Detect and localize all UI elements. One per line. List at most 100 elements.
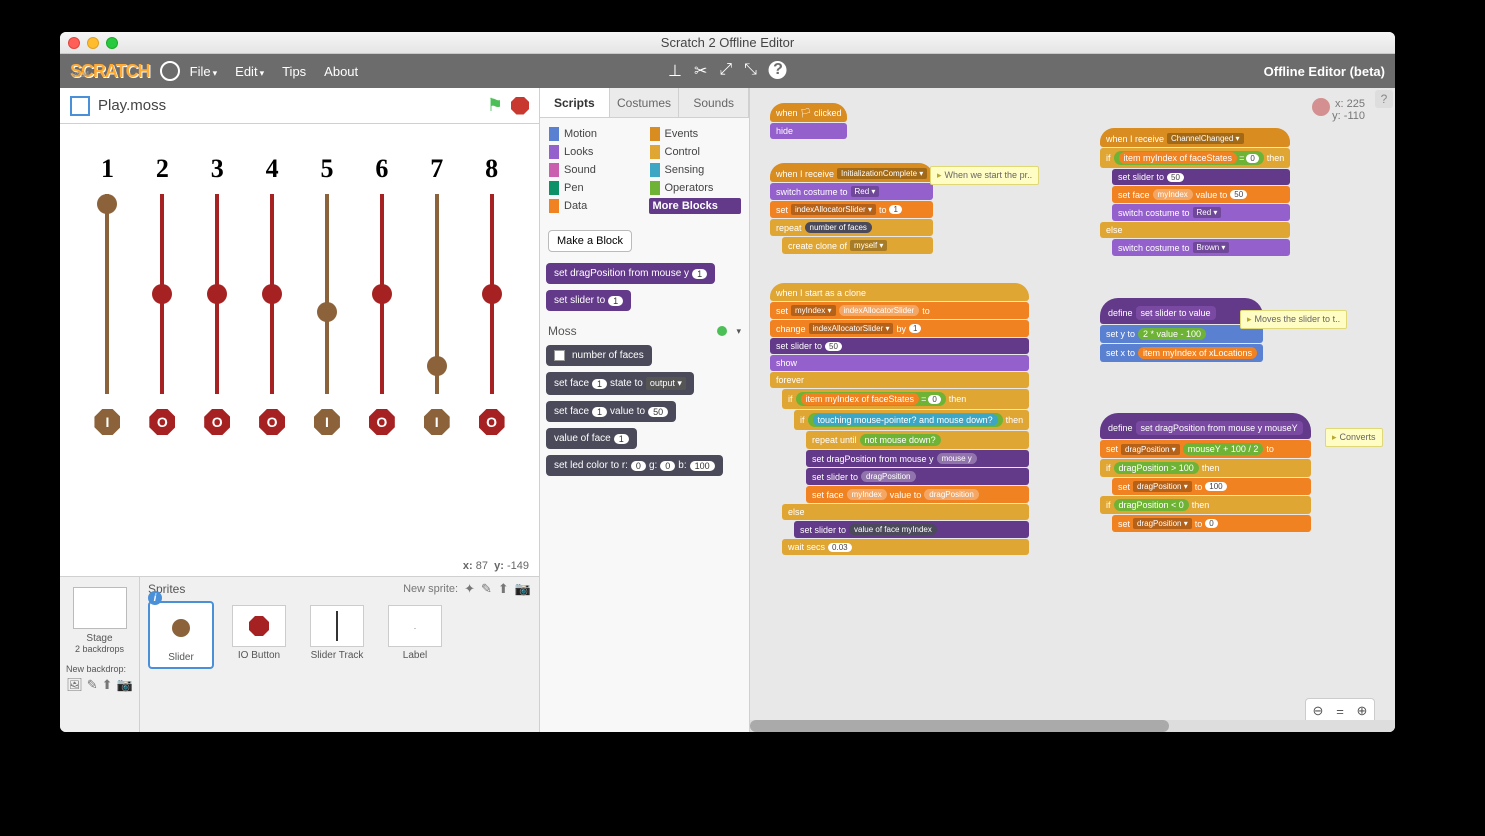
category-sensing[interactable]: Sensing bbox=[649, 162, 742, 178]
io-button[interactable]: I bbox=[424, 409, 450, 435]
io-button[interactable]: O bbox=[149, 409, 175, 435]
script-block[interactable]: set dragPosition ▾ mouseY + 100 / 2 to bbox=[1100, 440, 1311, 458]
project-name[interactable]: Play.moss bbox=[98, 97, 166, 114]
green-flag-button[interactable]: ⚑ bbox=[487, 95, 503, 116]
sprite-item[interactable]: Slider Track bbox=[304, 601, 370, 669]
script-block[interactable]: if item myIndex of faceStates = 0 then bbox=[782, 389, 1029, 409]
sprite-item[interactable]: .Label bbox=[382, 601, 448, 669]
slider-track[interactable] bbox=[270, 194, 274, 394]
script-block[interactable]: set slider to 50 bbox=[770, 338, 1029, 354]
backdrop-upload-icon[interactable]: ⬆ bbox=[102, 677, 113, 693]
script-block[interactable]: set indexAllocatorSlider ▾ to 1 bbox=[770, 201, 933, 218]
category-operators[interactable]: Operators bbox=[649, 180, 742, 196]
script-block[interactable]: set slider to 50 bbox=[1112, 169, 1290, 185]
grow-icon[interactable]: ⤢ bbox=[719, 61, 732, 81]
palette-block[interactable]: value of face 1 bbox=[546, 428, 637, 449]
script-block[interactable]: set y to 2 * value - 100 bbox=[1100, 325, 1263, 343]
palette-block[interactable]: set face 1 state to output ▾ bbox=[546, 372, 694, 395]
script-block[interactable]: else bbox=[782, 504, 1029, 520]
category-data[interactable]: Data bbox=[548, 198, 641, 214]
script-block[interactable]: if dragPosition > 100 then bbox=[1100, 459, 1311, 477]
sprite-upload-icon[interactable]: ⬆ bbox=[498, 581, 509, 597]
block-comment[interactable]: Converts bbox=[1325, 428, 1383, 447]
script-block[interactable]: repeat number of faces bbox=[770, 219, 933, 236]
io-button[interactable]: I bbox=[94, 409, 120, 435]
script-block[interactable]: create clone of myself ▾ bbox=[782, 237, 933, 254]
palette-block[interactable]: set slider to 1 bbox=[546, 290, 631, 311]
slider-knob[interactable] bbox=[152, 284, 172, 304]
io-button[interactable]: I bbox=[314, 409, 340, 435]
script-block[interactable]: if dragPosition < 0 then bbox=[1100, 496, 1311, 514]
script-block[interactable]: wait secs 0.03 bbox=[782, 539, 1029, 555]
script-block[interactable]: define set slider to value bbox=[1100, 298, 1263, 324]
script-block[interactable]: when I receive InitializationComplete ▾ bbox=[770, 163, 933, 182]
slider-track[interactable] bbox=[380, 194, 384, 394]
slider-knob[interactable] bbox=[317, 302, 337, 322]
help-icon[interactable]: ? bbox=[769, 61, 787, 79]
tab-costumes[interactable]: Costumes bbox=[610, 88, 680, 117]
language-icon[interactable] bbox=[160, 61, 180, 81]
block-stack[interactable]: define set dragPosition from mouse y mou… bbox=[1100, 413, 1311, 533]
block-stack[interactable]: when 🏳 clickedhide bbox=[770, 103, 847, 140]
script-block[interactable]: set dragPosition ▾ to 0 bbox=[1112, 515, 1311, 532]
zoom-reset-button[interactable]: = bbox=[1331, 702, 1349, 720]
zoom-window-button[interactable] bbox=[106, 37, 118, 49]
io-button[interactable]: O bbox=[479, 409, 505, 435]
category-more-blocks[interactable]: More Blocks bbox=[649, 198, 742, 214]
menu-about[interactable]: About bbox=[324, 64, 358, 79]
horizontal-scrollbar[interactable] bbox=[750, 720, 1395, 732]
fullscreen-icon[interactable] bbox=[70, 96, 90, 116]
script-block[interactable]: set face myIndex value to dragPosition bbox=[806, 486, 1029, 503]
zoom-in-button[interactable]: ⊕ bbox=[1353, 702, 1371, 720]
palette-block[interactable]: set dragPosition from mouse y 1 bbox=[546, 263, 715, 284]
slider-knob[interactable] bbox=[427, 356, 447, 376]
tab-scripts[interactable]: Scripts bbox=[540, 88, 610, 117]
category-motion[interactable]: Motion bbox=[548, 126, 641, 142]
script-block[interactable]: set dragPosition from mouse y mouse y bbox=[806, 450, 1029, 467]
block-comment[interactable]: When we start the pr.. bbox=[930, 166, 1039, 185]
io-button[interactable]: O bbox=[204, 409, 230, 435]
slider-knob[interactable] bbox=[262, 284, 282, 304]
backdrop-camera-icon[interactable]: 📷 bbox=[117, 677, 133, 693]
palette-block[interactable]: set led color to r: 0 g: 0 b: 100 bbox=[546, 455, 723, 476]
palette-block[interactable]: number of faces bbox=[546, 345, 652, 366]
sprite-item[interactable]: IO Button bbox=[226, 601, 292, 669]
sprite-paint-icon[interactable]: ✎ bbox=[481, 581, 492, 597]
tab-sounds[interactable]: Sounds bbox=[679, 88, 749, 117]
sprite-camera-icon[interactable]: 📷 bbox=[515, 581, 531, 597]
shrink-icon[interactable]: ⤡ bbox=[744, 61, 757, 81]
script-block[interactable]: if touching mouse-pointer? and mouse dow… bbox=[794, 410, 1029, 430]
script-block[interactable]: set myIndex ▾ indexAllocatorSlider to bbox=[770, 302, 1029, 319]
stage-thumbnail[interactable] bbox=[73, 587, 127, 629]
io-button[interactable]: O bbox=[369, 409, 395, 435]
slider-track[interactable] bbox=[325, 194, 329, 394]
sprite-info-button[interactable]: i bbox=[148, 591, 162, 605]
palette-block[interactable]: set face 1 value to 50 bbox=[546, 401, 676, 422]
category-control[interactable]: Control bbox=[649, 144, 742, 160]
script-block[interactable]: if item myIndex of faceStates = 0 then bbox=[1100, 148, 1290, 168]
scissors-icon[interactable]: ✂ bbox=[694, 61, 707, 81]
menu-edit[interactable]: Edit bbox=[235, 64, 264, 79]
script-block[interactable]: set face myIndex value to 50 bbox=[1112, 186, 1290, 203]
block-stack[interactable]: when I receive ChannelChanged ▾if item m… bbox=[1100, 128, 1290, 257]
slider-track[interactable] bbox=[490, 194, 494, 394]
slider-knob[interactable] bbox=[97, 194, 117, 214]
script-block[interactable]: switch costume to Brown ▾ bbox=[1112, 239, 1290, 256]
make-block-button[interactable]: Make a Block bbox=[548, 230, 632, 252]
slider-knob[interactable] bbox=[482, 284, 502, 304]
sprite-item[interactable]: Slider bbox=[148, 601, 214, 669]
menu-tips[interactable]: Tips bbox=[282, 64, 306, 79]
category-looks[interactable]: Looks bbox=[548, 144, 641, 160]
backdrop-library-icon[interactable]: 🖼 bbox=[66, 677, 83, 693]
script-block[interactable]: switch costume to Red ▾ bbox=[1112, 204, 1290, 221]
script-block[interactable]: show bbox=[770, 355, 1029, 371]
script-block[interactable]: set dragPosition ▾ to 100 bbox=[1112, 478, 1311, 495]
script-block[interactable]: set x to item myIndex of xLocations bbox=[1100, 344, 1263, 362]
block-stack[interactable]: when I receive InitializationComplete ▾ s… bbox=[770, 163, 933, 255]
block-stack[interactable]: when I start as a cloneset myIndex ▾ ind… bbox=[770, 283, 1029, 556]
script-block[interactable]: when I receive ChannelChanged ▾ bbox=[1100, 128, 1290, 147]
block-comment[interactable]: Moves the slider to t.. bbox=[1240, 310, 1347, 329]
zoom-out-button[interactable]: ⊖ bbox=[1309, 702, 1327, 720]
script-block[interactable]: hide bbox=[770, 123, 847, 139]
script-block[interactable]: when 🏳 clicked bbox=[770, 103, 847, 122]
